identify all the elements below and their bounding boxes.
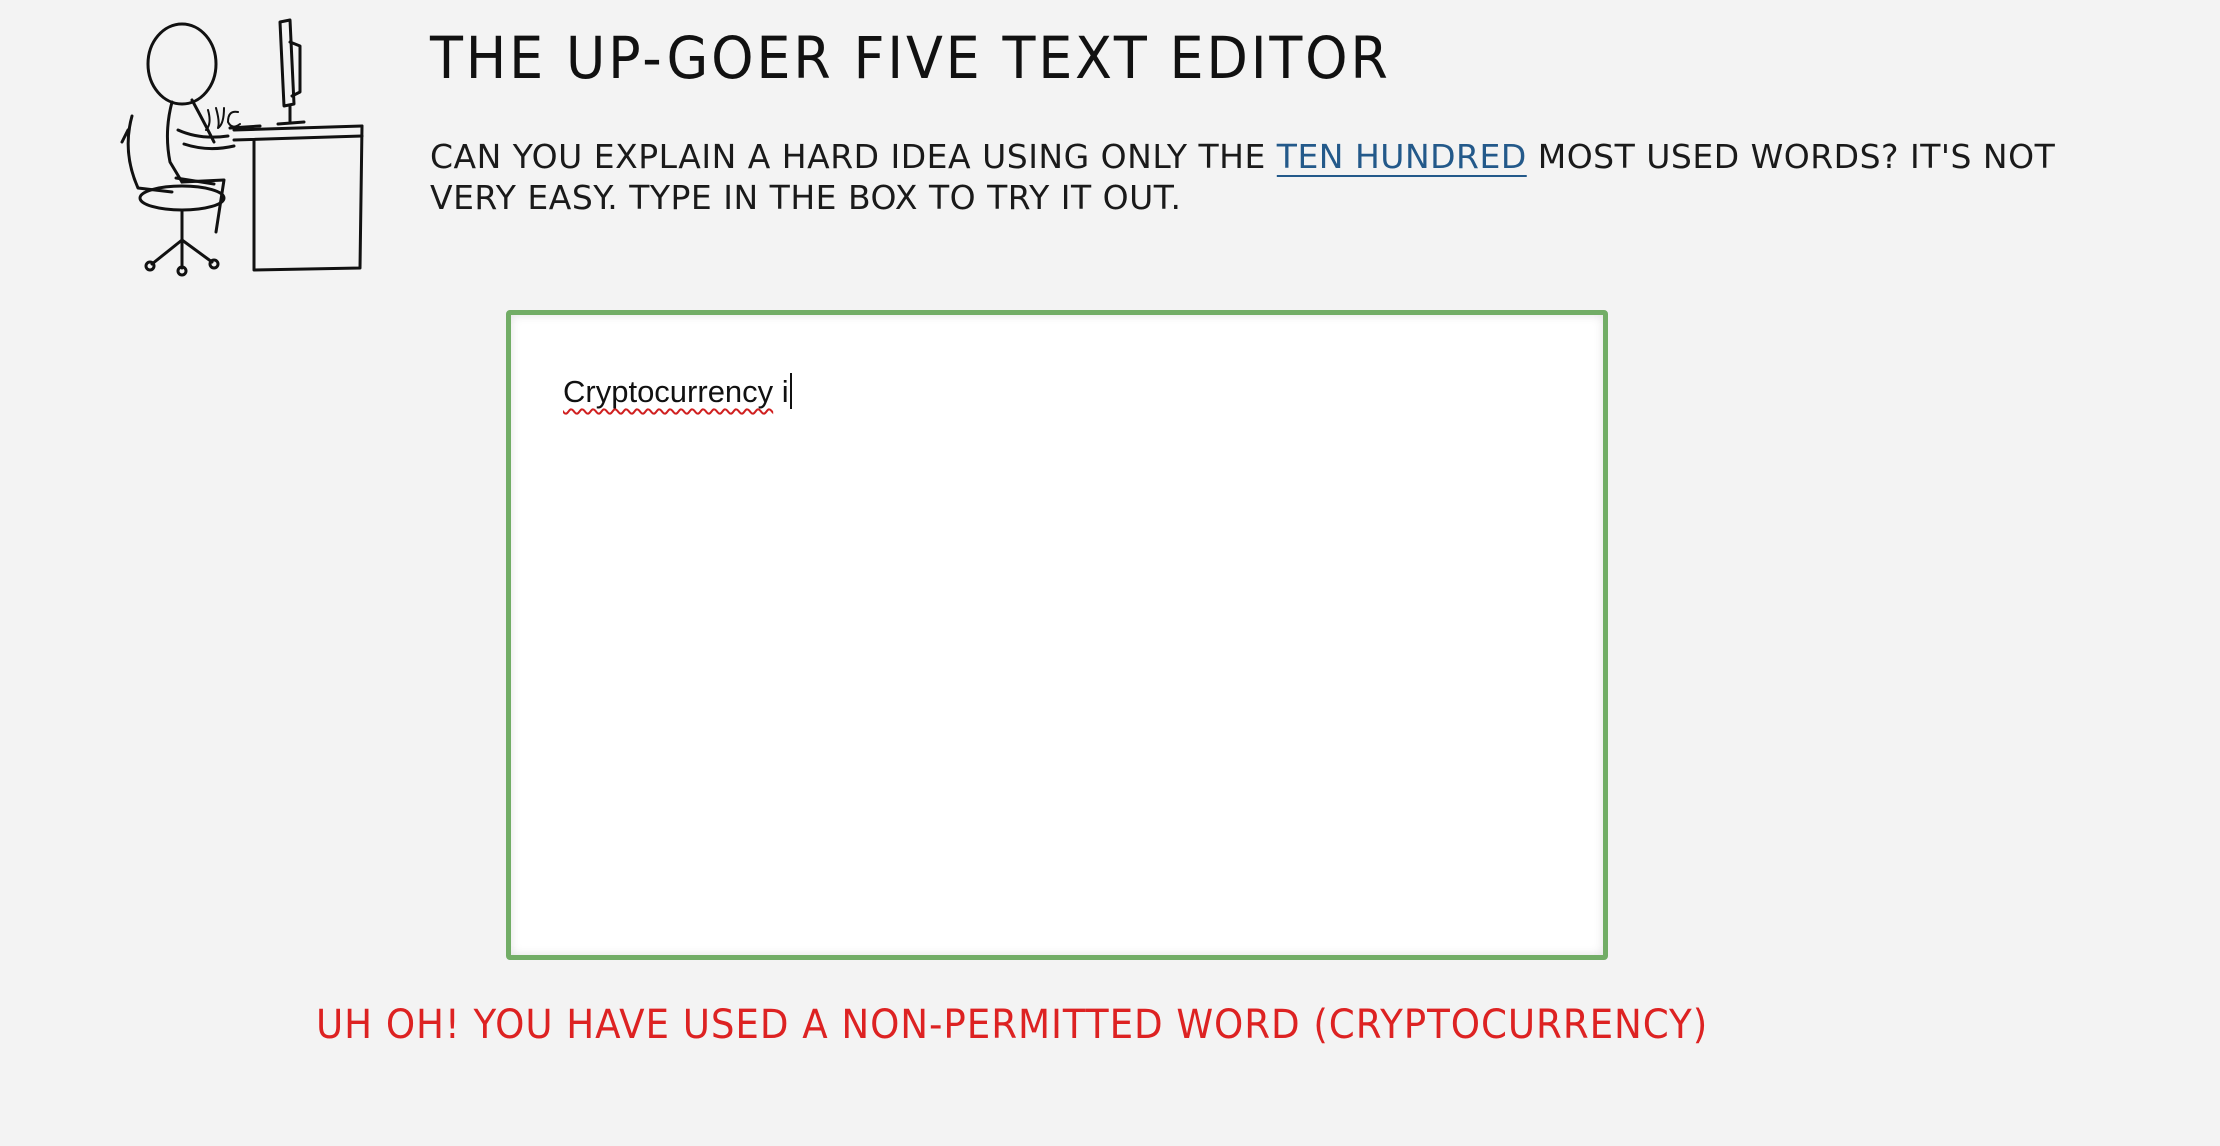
stick-figure-desk-illustration [104, 12, 374, 282]
text-caret [789, 373, 792, 409]
page-title: THE UP-GOER FIVE TEXT EDITOR [430, 24, 1391, 92]
intro-text-before: CAN YOU EXPLAIN A HARD IDEA USING ONLY T… [430, 137, 1277, 176]
text-editor-box[interactable]: Cryptocurrency i [506, 310, 1608, 960]
editor-trailing-text: i [773, 374, 789, 409]
intro-text: CAN YOU EXPLAIN A HARD IDEA USING ONLY T… [430, 136, 2070, 218]
editor-content[interactable]: Cryptocurrency i [563, 373, 792, 410]
error-message: UH OH! YOU HAVE USED A NON-PERMITTED WOR… [316, 1002, 1709, 1048]
ten-hundred-link[interactable]: TEN HUNDRED [1277, 137, 1527, 176]
misspelled-word[interactable]: Cryptocurrency [563, 374, 773, 409]
